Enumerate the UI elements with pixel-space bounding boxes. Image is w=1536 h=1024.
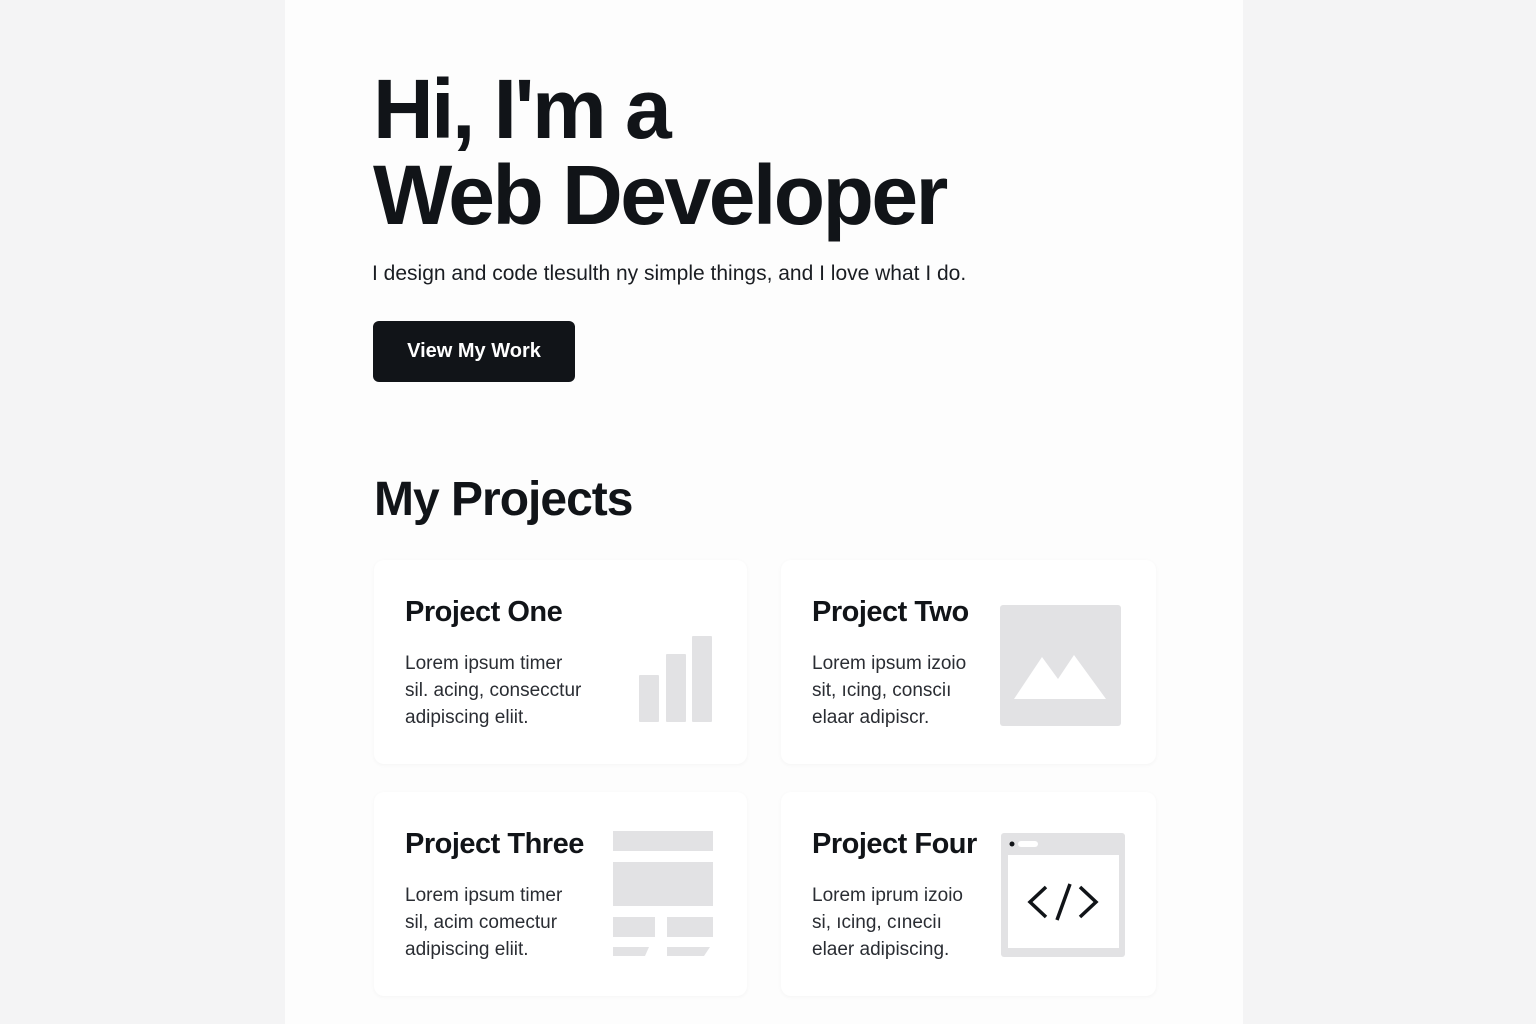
project-card-description-line: si, ıcing, cıneciı [812, 912, 942, 933]
hero-title-line-1: Hi, I'm a [373, 62, 672, 156]
layout-grid-icon [612, 830, 714, 956]
project-card-description: Lorem ipsum izoio sit, ıcing, consciı el… [812, 650, 1012, 731]
view-my-work-button[interactable]: View My Work [373, 321, 575, 382]
project-card-title: Project Two [812, 596, 969, 628]
project-card-description-line: Lorem ipsum timer [405, 885, 563, 906]
project-card-description-line: adipiscing eliit. [405, 707, 529, 728]
project-card-description: Lorem iprum izoio si, ıcing, cıneciı ela… [812, 882, 1012, 963]
hero-title: Hi, I'm a Web Developer [373, 62, 948, 242]
code-window-icon [1000, 832, 1126, 958]
projects-section-title: My Projects [374, 473, 633, 526]
project-card-description-line: Lorem ipsum timer [405, 653, 563, 674]
project-card-two[interactable]: Project Two Lorem ipsum izoio sit, ıcing… [781, 560, 1156, 764]
bar-chart-icon [638, 635, 714, 723]
project-card-description-line: Lorem iprum izoio [812, 885, 963, 906]
image-placeholder-icon [1000, 605, 1122, 727]
project-card-description: Lorem ipsum timer sil, acim comectur adi… [405, 882, 605, 963]
project-card-four[interactable]: Project Four Lorem iprum izoio si, ıcing… [781, 792, 1156, 996]
project-card-description-line: elaer adipiscing. [812, 939, 950, 960]
project-card-one[interactable]: Project One Lorem ipsum timer sil. acing… [374, 560, 747, 764]
project-card-title: Project Four [812, 828, 977, 860]
project-card-title: Project One [405, 596, 563, 628]
hero-subtitle: I design and code tlesulth ny simple thi… [372, 262, 967, 285]
project-card-description-line: sit, ıcing, consciı [812, 680, 952, 701]
project-card-three[interactable]: Project Three Lorem ipsum timer sil, aci… [374, 792, 747, 996]
project-card-description-line: adipiscing eliit. [405, 939, 529, 960]
project-card-description: Lorem ipsum timer sil. acing, consecctur… [405, 650, 605, 731]
project-card-description-line: elaar adipiscr. [812, 707, 930, 728]
hero-title-line-2: Web Developer [373, 148, 948, 242]
project-card-title: Project Three [405, 828, 584, 860]
project-card-description-line: sil. acing, consecctur [405, 680, 582, 701]
project-card-description-line: sil, acim comectur [405, 912, 558, 933]
project-card-description-line: Lorem ipsum izoio [812, 653, 967, 674]
